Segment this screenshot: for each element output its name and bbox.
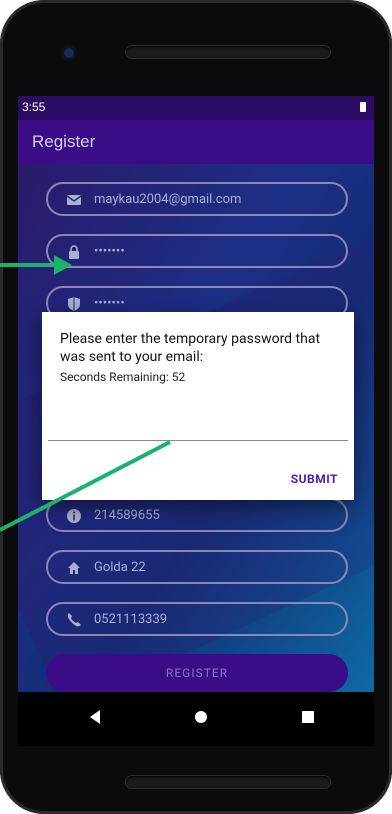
front-camera	[64, 48, 74, 58]
screen: 3:55 Register maykau2004@gmail.com •••••…	[18, 96, 374, 746]
app-bar: Register	[18, 120, 374, 164]
page-title: Register	[32, 132, 96, 151]
phone-frame: 3:55 Register maykau2004@gmail.com •••••…	[0, 0, 392, 814]
email-icon	[66, 195, 82, 205]
status-time: 3:55	[22, 100, 46, 114]
annotation-arrow-top	[0, 255, 72, 275]
submit-button[interactable]: SUBMIT	[291, 472, 338, 486]
register-button[interactable]: REGISTER	[46, 654, 348, 692]
email-field[interactable]: maykau2004@gmail.com	[46, 182, 348, 216]
phone-value: 0521113339	[94, 612, 168, 627]
top-speaker	[126, 46, 330, 58]
dialog-message: Please enter the temporary password that…	[60, 331, 321, 365]
home-button-icon[interactable]	[195, 711, 207, 723]
password-field[interactable]: •••••••	[46, 234, 348, 268]
status-bar: 3:55	[18, 96, 374, 120]
navigation-bar	[18, 692, 374, 746]
annotation-arrow-diagonal	[0, 440, 171, 532]
confirm-password-value: •••••••	[94, 296, 125, 311]
shield-icon	[68, 297, 80, 311]
home-icon	[68, 562, 80, 574]
address-field[interactable]: Golda 22	[46, 550, 348, 584]
seconds-remaining: Seconds Remaining: 52	[60, 370, 186, 384]
password-value: •••••••	[94, 244, 125, 259]
bottom-speaker	[126, 776, 330, 788]
email-value: maykau2004@gmail.com	[94, 192, 242, 207]
battery-icon	[360, 102, 366, 112]
phone-icon	[67, 613, 81, 627]
back-icon[interactable]	[90, 710, 100, 724]
recent-apps-icon[interactable]	[302, 711, 314, 723]
phone-field[interactable]: 0521113339	[46, 602, 348, 636]
address-value: Golda 22	[94, 560, 146, 575]
